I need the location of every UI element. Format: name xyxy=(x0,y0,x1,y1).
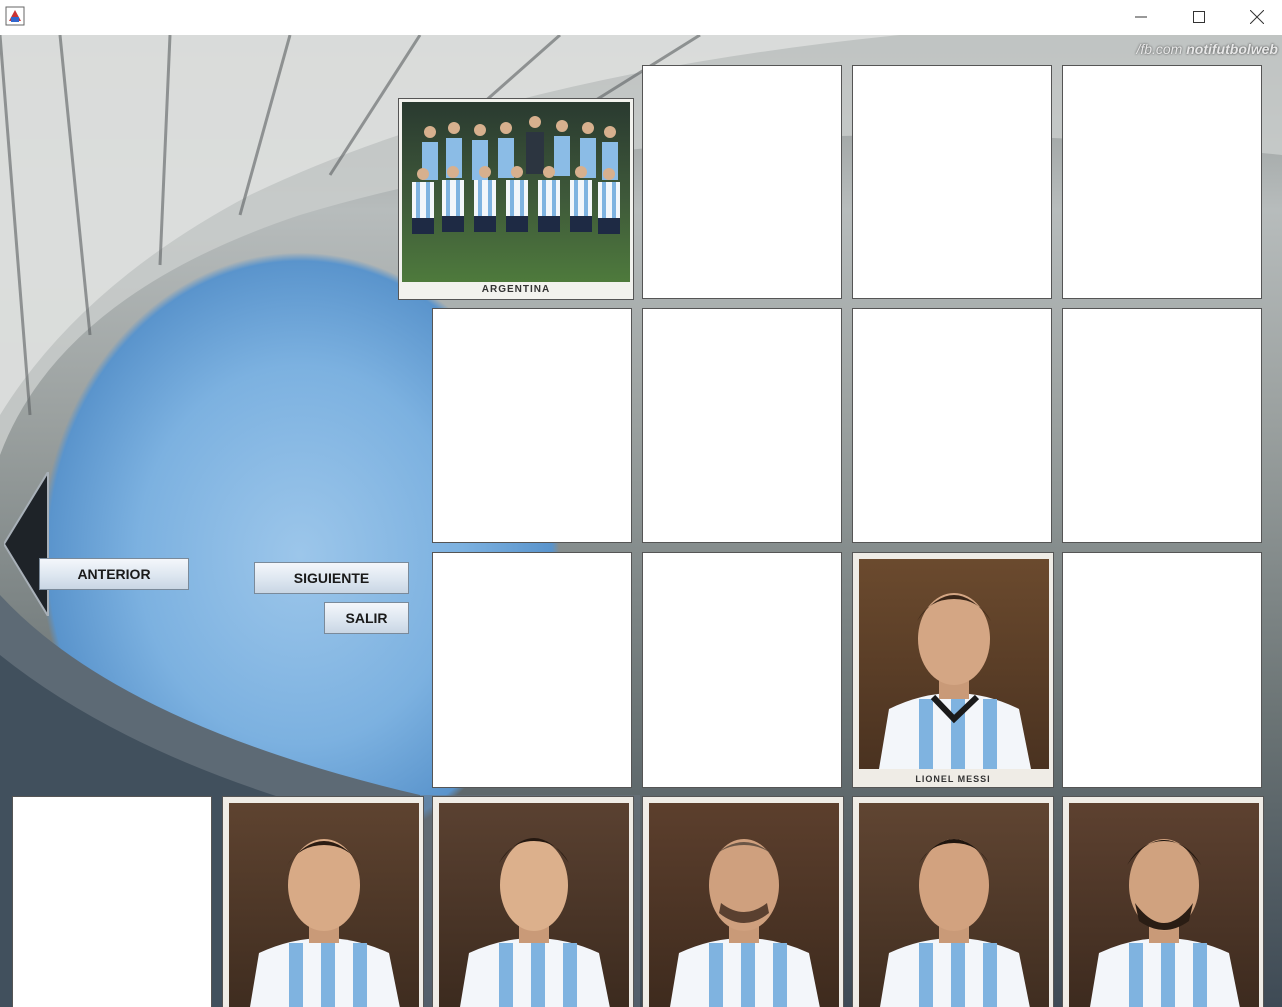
sticker-player[interactable] xyxy=(852,796,1054,1007)
player-portrait xyxy=(670,839,820,1007)
maximize-button[interactable] xyxy=(1170,0,1228,33)
watermark-site: /fb.com xyxy=(1136,41,1183,57)
minimize-icon xyxy=(1135,16,1147,17)
player-portrait xyxy=(880,839,1030,1007)
sticker-player[interactable] xyxy=(222,796,424,1007)
empty-slot[interactable] xyxy=(852,65,1052,299)
player-portrait xyxy=(250,839,400,1007)
album-page: /fb.com notifutbolweb ARGENTINA LIONEL M… xyxy=(0,35,1282,1007)
player-name-label: LIONEL MESSI xyxy=(915,774,991,784)
empty-slot[interactable] xyxy=(642,65,842,299)
salir-button[interactable]: SALIR xyxy=(324,602,409,634)
back-arrow-icon[interactable] xyxy=(4,472,50,616)
close-button[interactable] xyxy=(1228,0,1282,33)
empty-slot[interactable] xyxy=(432,552,632,788)
empty-slot[interactable] xyxy=(1062,552,1262,788)
watermark-brand: notifutbolweb xyxy=(1186,41,1278,57)
watermark: /fb.com notifutbolweb xyxy=(1136,41,1278,57)
empty-slot[interactable] xyxy=(12,796,212,1007)
sticker-lionel-messi[interactable]: LIONEL MESSI xyxy=(852,552,1054,788)
empty-slot[interactable] xyxy=(1062,308,1262,543)
siguiente-button[interactable]: SIGUIENTE xyxy=(254,562,409,594)
anterior-button[interactable]: ANTERIOR xyxy=(39,558,189,590)
team-photo xyxy=(412,116,620,234)
empty-slot[interactable] xyxy=(852,308,1052,543)
sticker-player[interactable] xyxy=(432,796,634,1007)
java-app-icon xyxy=(5,6,25,26)
close-icon xyxy=(1250,9,1264,24)
empty-slot[interactable] xyxy=(1062,65,1262,299)
title-bar xyxy=(0,0,1282,35)
sticker-team-argentina[interactable]: ARGENTINA xyxy=(398,98,634,300)
player-portrait xyxy=(460,838,610,1007)
player-portrait xyxy=(1090,839,1240,1007)
empty-slot[interactable] xyxy=(642,552,842,788)
team-name-label: ARGENTINA xyxy=(481,284,551,295)
empty-slot[interactable] xyxy=(642,308,842,543)
empty-slot[interactable] xyxy=(432,308,632,543)
player-portrait xyxy=(879,593,1031,769)
sticker-player[interactable] xyxy=(642,796,844,1007)
sticker-player[interactable] xyxy=(1062,796,1264,1007)
minimize-button[interactable] xyxy=(1112,0,1170,33)
maximize-icon xyxy=(1193,10,1205,23)
